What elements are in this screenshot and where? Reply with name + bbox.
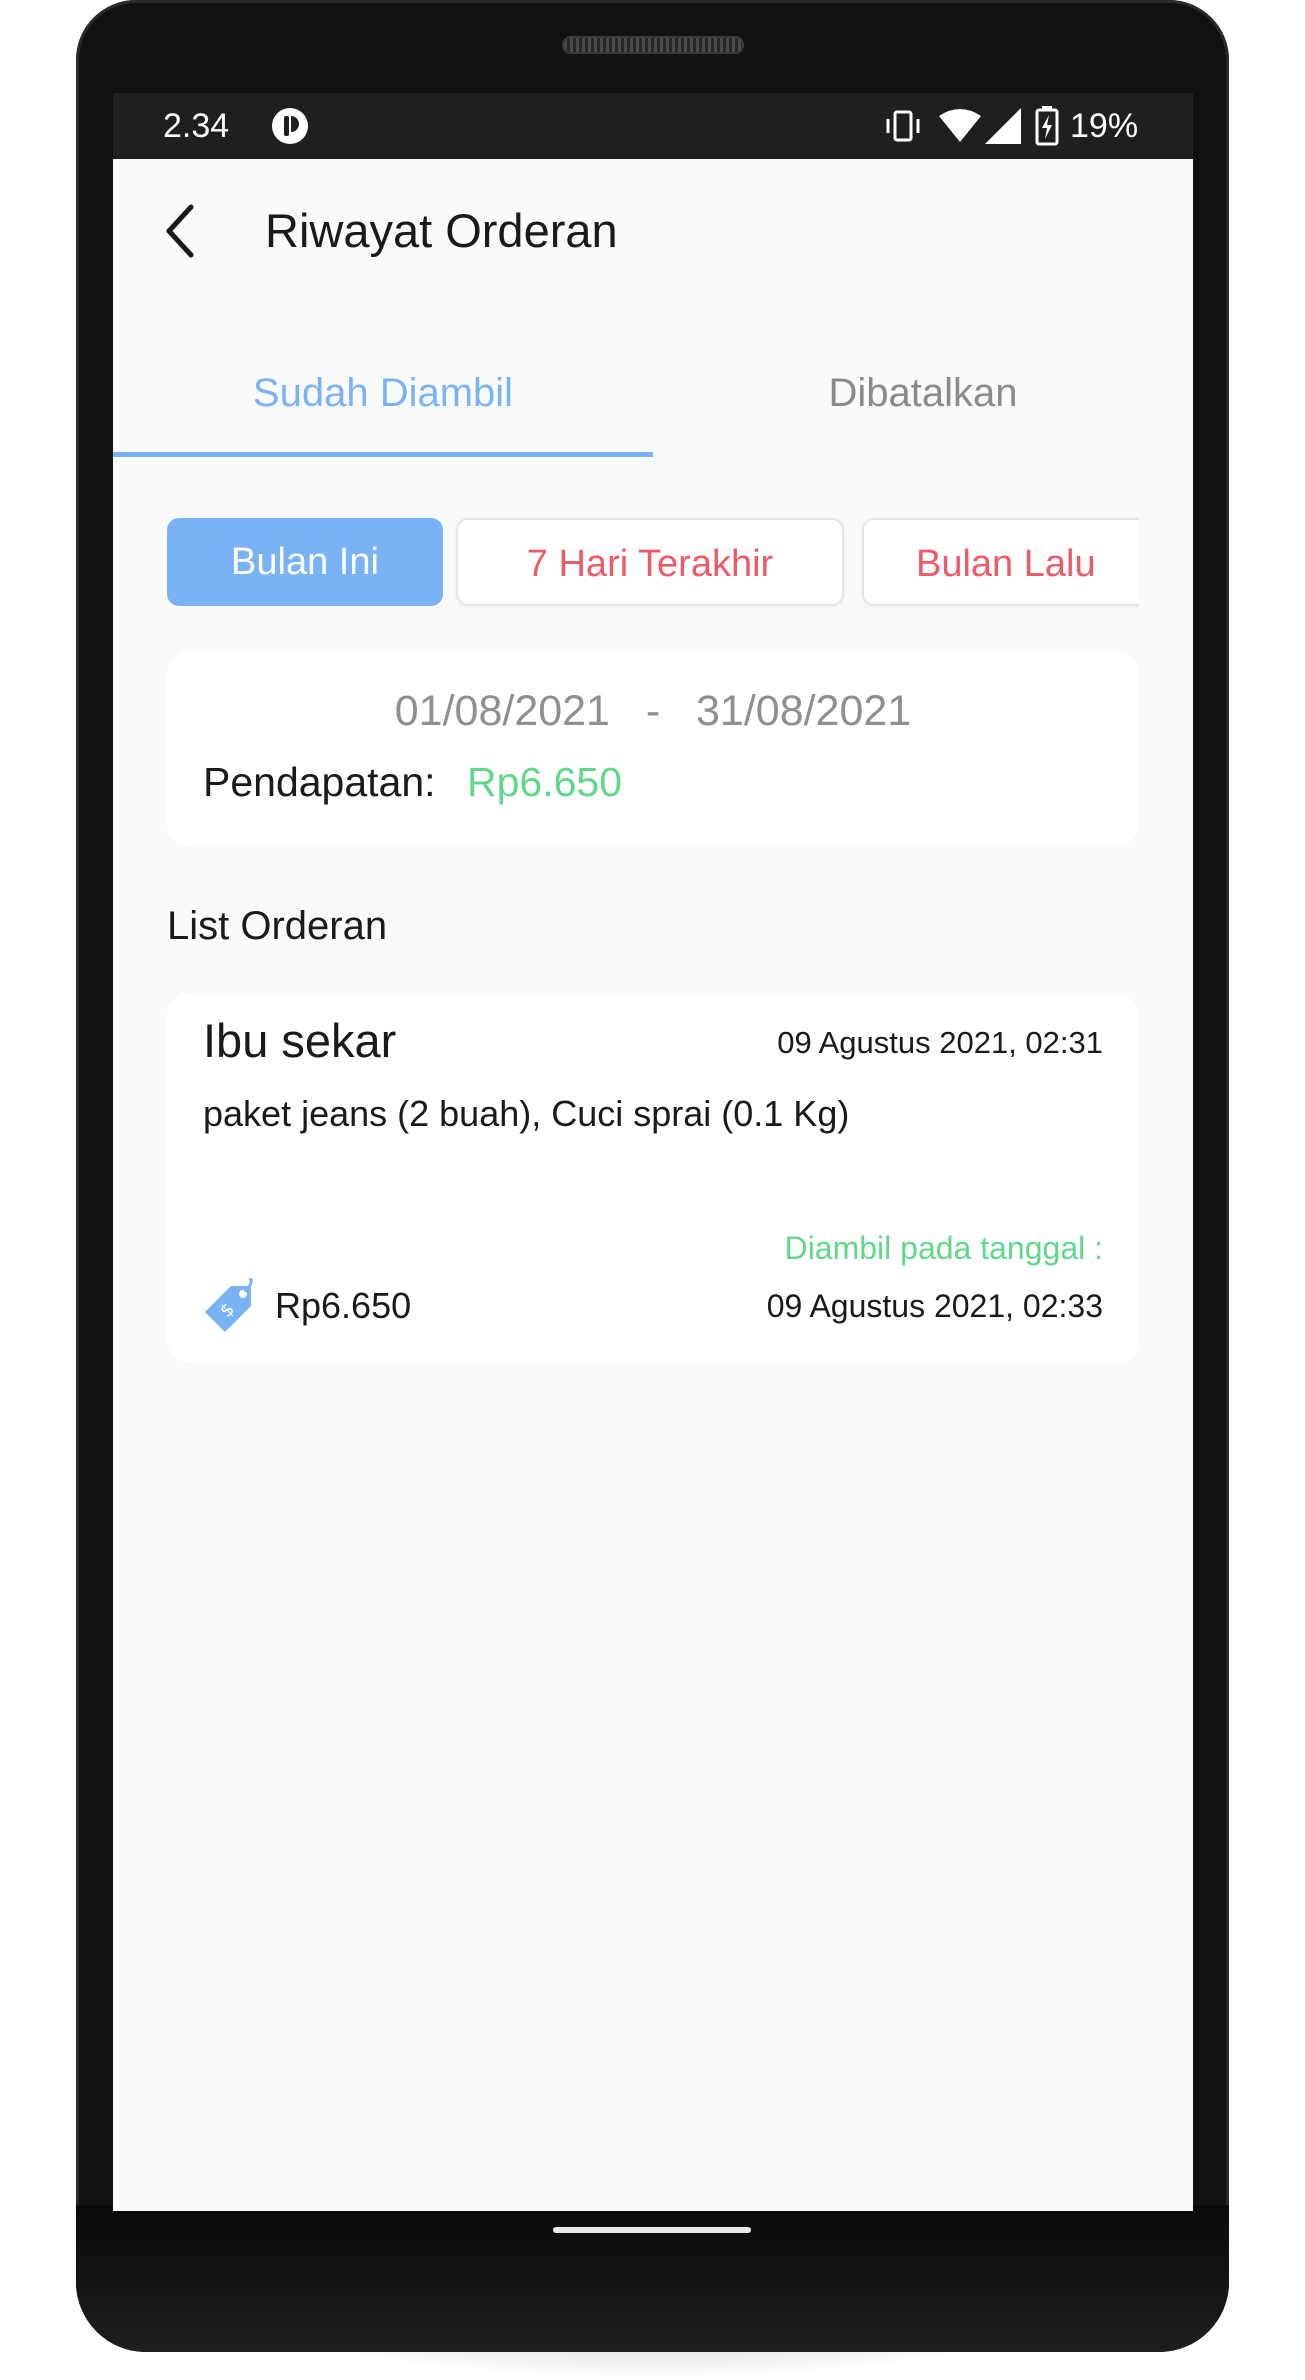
order-items: paket jeans (2 buah), Cuci sprai (0.1 Kg…: [203, 1093, 850, 1134]
circle-app-icon: [272, 108, 308, 144]
filter-7-hari-terakhir[interactable]: 7 Hari Terakhir: [456, 518, 844, 606]
earpiece-speaker: [562, 36, 744, 54]
battery-charging-icon: [1035, 106, 1059, 146]
signal-icon: [985, 108, 1021, 144]
page-title: Riwayat Orderan: [265, 204, 618, 257]
picked-up-date: 09 Agustus 2021, 02:33: [766, 1288, 1103, 1324]
home-indicator[interactable]: [553, 2227, 751, 2233]
date-separator: -: [645, 687, 661, 735]
battery-percentage: 19%: [1070, 107, 1139, 145]
date-range[interactable]: 01/08/2021 - 31/08/2021: [167, 685, 1139, 737]
period-filter-row: Bulan Ini 7 Hari Terakhir Bulan Lalu: [167, 508, 1139, 618]
tab-sudah-diambil[interactable]: Sudah Diambil: [113, 363, 653, 423]
picked-up-label: Diambil pada tanggal :: [784, 1230, 1103, 1266]
income-value: Rp6.650: [467, 759, 623, 805]
list-heading: List Orderan: [167, 904, 388, 948]
date-from: 01/08/2021: [394, 687, 610, 735]
wifi-icon: [939, 109, 981, 142]
order-price: Rp6.650: [275, 1285, 412, 1326]
order-date: 09 Agustus 2021, 02:31: [777, 1025, 1103, 1060]
vibrate-icon: [886, 110, 920, 142]
chevron-left-icon[interactable]: [163, 201, 199, 261]
tab-dibatalkan[interactable]: Dibatalkan: [653, 363, 1193, 423]
price-tag-icon: $: [205, 1278, 253, 1332]
filter-bulan-lalu[interactable]: Bulan Lalu: [862, 518, 1139, 606]
status-bar: 2.34 19%: [113, 93, 1193, 159]
income-label: Pendapatan:: [203, 759, 436, 805]
order-card[interactable]: Ibu sekar 09 Agustus 2021, 02:31 paket j…: [167, 993, 1139, 1363]
customer-name: Ibu sekar: [203, 1014, 397, 1067]
filter-bulan-ini[interactable]: Bulan Ini: [167, 518, 443, 606]
income-summary-card: 01/08/2021 - 31/08/2021 Pendapatan: Rp6.…: [167, 651, 1139, 847]
status-time: 2.34: [163, 107, 230, 145]
date-to: 31/08/2021: [696, 687, 912, 735]
active-tab-indicator: [113, 452, 653, 457]
app-screen: 2.34 19% Riwayat Orderan Sudah Diambil D…: [113, 93, 1193, 2211]
